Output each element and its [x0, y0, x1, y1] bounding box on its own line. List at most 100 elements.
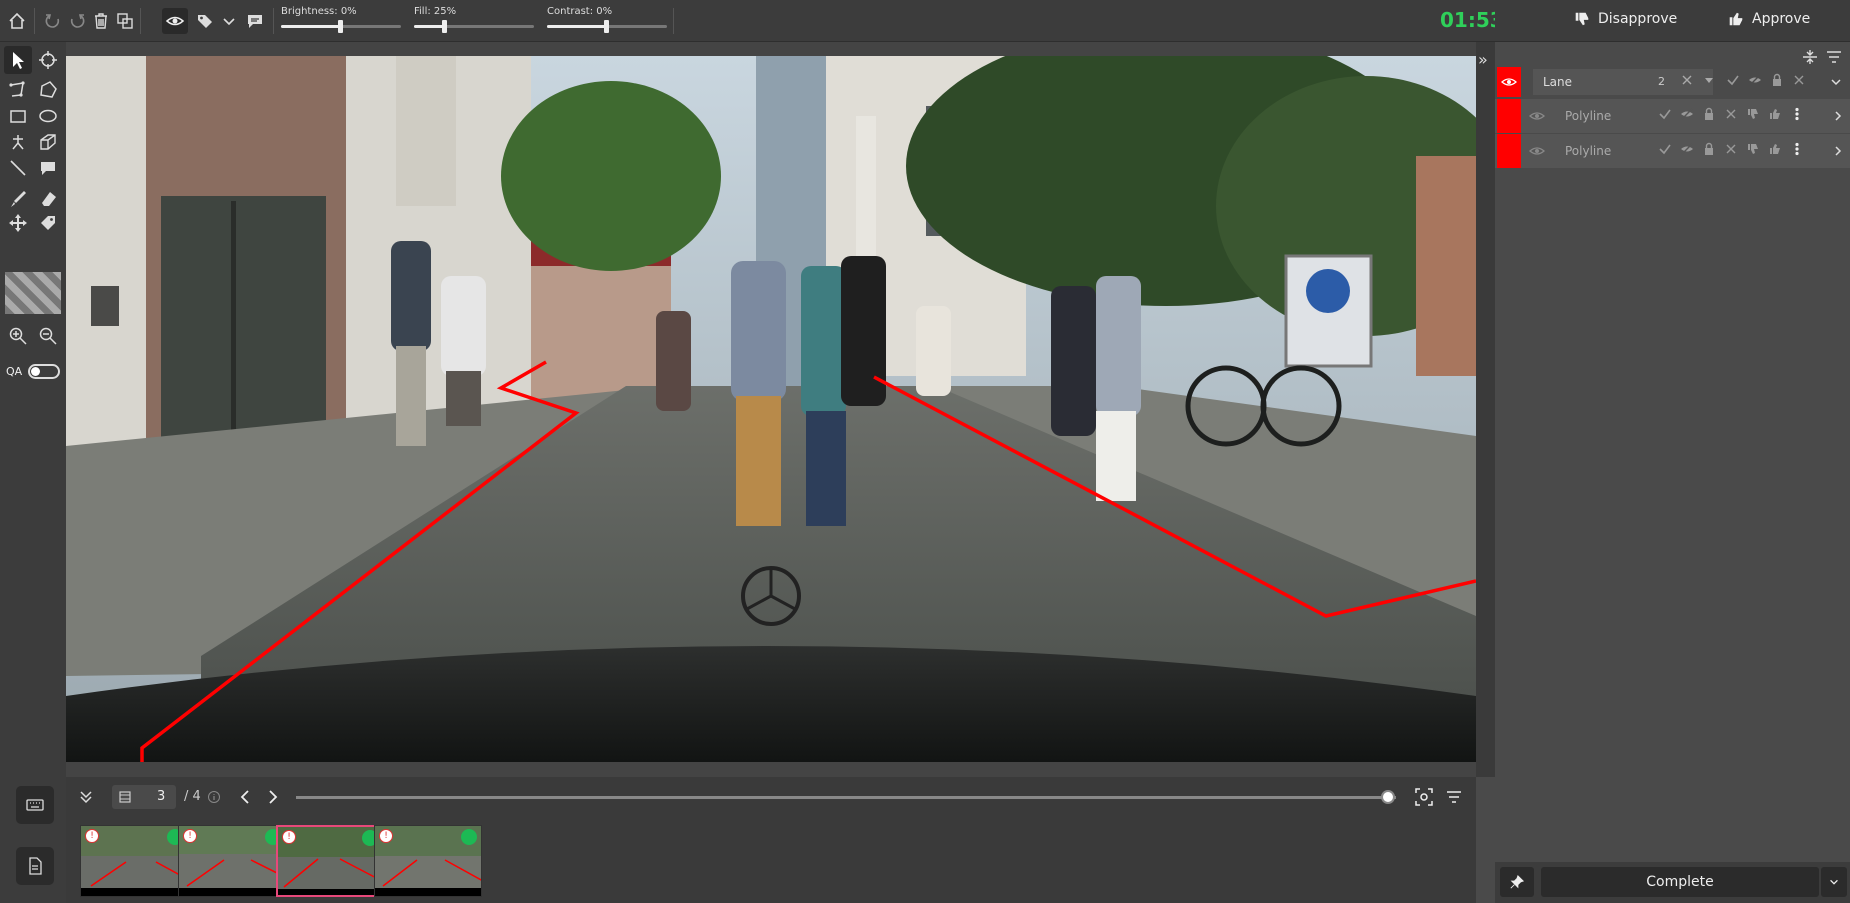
chevron-down-icon: [1830, 879, 1838, 885]
comment-icon[interactable]: [242, 8, 268, 34]
contrast-track[interactable]: [547, 20, 667, 33]
qa-label: QA: [6, 365, 23, 378]
frame-timeline[interactable]: [296, 796, 1396, 799]
fill-slider[interactable]: Fill: 25%: [414, 6, 534, 33]
thumbs-up-icon[interactable]: [1768, 142, 1782, 156]
thumbs-down-icon[interactable]: [1746, 107, 1760, 121]
cuboid-tool[interactable]: [34, 128, 62, 156]
frame-thumbnail-current[interactable]: !: [276, 825, 384, 897]
frame-thumbnail[interactable]: !: [374, 825, 482, 897]
disapprove-button[interactable]: Disapprove: [1573, 10, 1677, 28]
frame-thumbnail[interactable]: !: [178, 825, 286, 897]
thumbs-up-icon[interactable]: [1768, 107, 1782, 121]
select-tool[interactable]: [4, 46, 32, 74]
contrast-knob[interactable]: [604, 20, 609, 33]
sort-icon[interactable]: [1444, 787, 1464, 807]
more-vertical-icon[interactable]: [1790, 142, 1804, 156]
timeline-handle[interactable]: [1381, 790, 1395, 804]
close-icon[interactable]: [1680, 73, 1694, 87]
brightness-track[interactable]: [281, 20, 401, 33]
polygon-tool[interactable]: [34, 76, 62, 104]
caret-down-icon[interactable]: [1702, 73, 1716, 87]
undo-icon[interactable]: [40, 8, 66, 34]
contrast-slider[interactable]: Contrast: 0%: [547, 6, 667, 33]
lock-icon[interactable]: [1702, 142, 1716, 156]
chevron-right-icon[interactable]: [1831, 109, 1845, 123]
home-icon[interactable]: [4, 8, 30, 34]
tag-tool[interactable]: [34, 209, 62, 237]
frame-thumbnail[interactable]: !: [80, 825, 188, 897]
brightness-slider[interactable]: Brightness: 0%: [281, 6, 401, 33]
visibility-toggle[interactable]: [1525, 136, 1549, 166]
collapse-filmstrip-icon[interactable]: [78, 787, 94, 807]
chevron-right-icon[interactable]: [1831, 144, 1845, 158]
thumbs-down-icon[interactable]: [1746, 142, 1760, 156]
filter-icon[interactable]: [1825, 48, 1843, 66]
frame-number-input[interactable]: 3: [112, 785, 176, 809]
eye-icon[interactable]: [162, 8, 188, 34]
zoom-in-tool[interactable]: [4, 322, 32, 350]
object-label-box[interactable]: Polyline: [1555, 138, 1655, 164]
toolbar-divider: [273, 8, 274, 34]
previous-frame-icon[interactable]: [236, 787, 256, 807]
group-visibility-toggle[interactable]: [1497, 67, 1521, 97]
complete-button[interactable]: Complete: [1541, 867, 1819, 897]
delete-icon[interactable]: [1724, 142, 1738, 156]
check-icon[interactable]: [1658, 107, 1672, 121]
info-icon[interactable]: [207, 790, 221, 804]
frame-warning-badge: !: [282, 830, 296, 844]
delete-icon[interactable]: [1724, 107, 1738, 121]
next-frame-icon[interactable]: [262, 787, 282, 807]
chevron-down-icon[interactable]: [1829, 75, 1843, 89]
instructions-button[interactable]: [16, 847, 54, 885]
zoom-out-tool[interactable]: [34, 322, 62, 350]
frame-navigation-bar: 3 / 4: [66, 777, 1476, 817]
approve-button[interactable]: Approve: [1727, 10, 1810, 28]
line-tool[interactable]: [4, 154, 32, 182]
object-label-box[interactable]: Polyline: [1555, 103, 1655, 129]
street-scene-image[interactable]: [66, 56, 1476, 762]
move-tool[interactable]: [4, 209, 32, 237]
lock-icon[interactable]: [1702, 107, 1716, 121]
polyline-tool[interactable]: [4, 76, 32, 104]
fill-pattern-swatch[interactable]: [5, 272, 61, 314]
pin-button[interactable]: [1500, 867, 1534, 897]
trash-icon[interactable]: [88, 8, 114, 34]
more-vertical-icon[interactable]: [1790, 107, 1804, 121]
fit-to-screen-icon[interactable]: [1414, 787, 1434, 807]
object-row-polyline-2[interactable]: Polyline: [1495, 134, 1850, 168]
copy-icon[interactable]: [112, 8, 138, 34]
chevron-down-icon[interactable]: [216, 8, 242, 34]
contrast-fill: [547, 25, 607, 28]
object-color-swatch: [1497, 134, 1521, 168]
visibility-toggle[interactable]: [1525, 101, 1549, 131]
check-icon[interactable]: [1658, 142, 1672, 156]
group-count-badge: 2: [1658, 75, 1665, 88]
fill-track[interactable]: [414, 20, 534, 33]
zoom-out-icon: [39, 327, 57, 345]
skeleton-tool[interactable]: [4, 128, 32, 156]
rectangle-tool[interactable]: [4, 102, 32, 130]
object-row-polyline-1[interactable]: Polyline: [1495, 99, 1850, 133]
object-group-lane[interactable]: Lane 2: [1495, 65, 1850, 99]
panel-collapse-toggle[interactable]: »: [1476, 42, 1495, 777]
complete-options-button[interactable]: [1821, 867, 1847, 897]
redo-icon[interactable]: [64, 8, 90, 34]
crosshair-tool[interactable]: [34, 46, 62, 74]
fill-knob[interactable]: [442, 20, 447, 33]
brightness-knob[interactable]: [338, 20, 343, 33]
eye-slash-icon[interactable]: [1748, 73, 1762, 87]
delete-icon[interactable]: [1792, 73, 1806, 87]
check-icon[interactable]: [1726, 73, 1740, 87]
lock-icon[interactable]: [1770, 73, 1784, 87]
zoom-in-icon: [9, 327, 27, 345]
eye-slash-icon[interactable]: [1680, 142, 1694, 156]
keyboard-shortcuts-button[interactable]: [16, 786, 54, 824]
eye-slash-icon[interactable]: [1680, 107, 1694, 121]
ellipse-tool[interactable]: [34, 102, 62, 130]
annotation-canvas[interactable]: [66, 42, 1476, 777]
qa-toggle[interactable]: [28, 364, 60, 379]
tags-icon[interactable]: [192, 8, 218, 34]
comment-tool[interactable]: [34, 154, 62, 182]
collapse-all-icon[interactable]: [1801, 48, 1819, 66]
